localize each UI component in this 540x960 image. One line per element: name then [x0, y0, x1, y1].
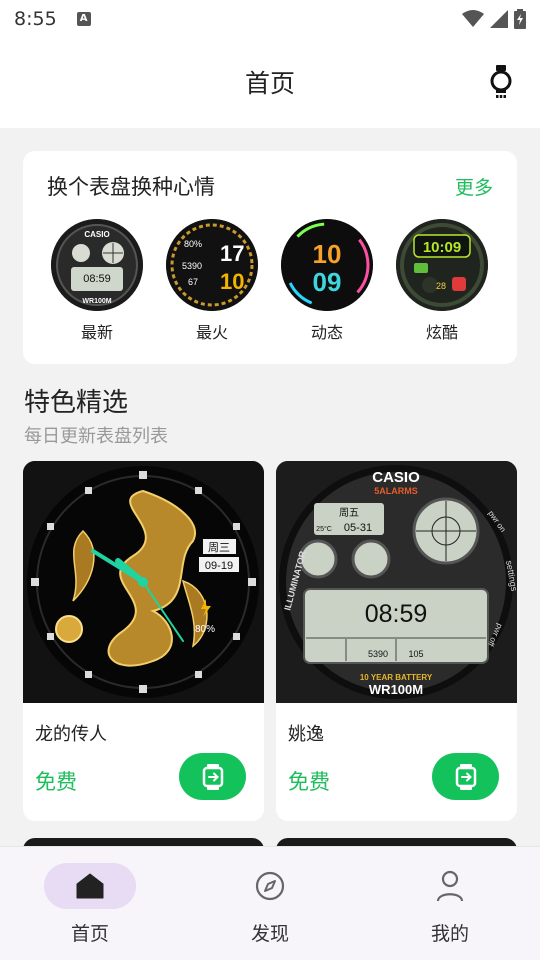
install-button[interactable]: [179, 753, 246, 800]
casio-alarms: 5ALARMS: [374, 486, 418, 496]
nav-item-profile[interactable]: 我的: [360, 847, 540, 960]
mood-card: 换个表盘换种心情 更多 CASIO 08:59 WR100M 最新 80% 53…: [23, 151, 517, 364]
category-label: 最新: [80, 323, 113, 342]
wifi-icon: [462, 10, 484, 27]
status-bar: 8:55 A: [0, 0, 540, 38]
watchface-price: 免费: [35, 770, 77, 794]
compass-icon: [255, 871, 285, 901]
watchface-name: 姚逸: [288, 724, 324, 745]
mood-card-title: 换个表盘换种心情: [47, 175, 215, 199]
category-cool[interactable]: 10:09 28 炫酷: [396, 219, 488, 343]
install-button[interactable]: [432, 753, 499, 800]
dragon-battery: 80%: [195, 624, 215, 635]
watchface-preview-dragon: 周三 09-19 80%: [23, 461, 264, 703]
nav-label: 首页: [70, 923, 109, 945]
featured-subtitle: 每日更新表盘列表: [24, 426, 168, 447]
thumb-hour: 17: [220, 241, 244, 266]
watch-sync-icon: [202, 763, 223, 790]
home-icon: [76, 873, 104, 899]
watchface-card[interactable]: CASIO 5ALARMS 周五 25°C 05-31 08:59 5390 1…: [276, 461, 517, 821]
status-icons: [462, 9, 526, 29]
watchface-thumb-cool: 10:09 28: [396, 219, 488, 311]
bottom-nav: 首页 发现 我的: [0, 846, 540, 960]
thumb-time: 10:09: [423, 239, 461, 256]
casio-steps: 5390: [368, 649, 388, 659]
category-dynamic[interactable]: 10 09 动态: [281, 219, 373, 343]
thumb-pct: 80%: [184, 239, 202, 249]
battery-icon: [514, 9, 526, 29]
casio-temp: 25°C: [316, 525, 332, 533]
watchface-thumb-hottest: 80% 5390 67 17 10: [166, 219, 258, 311]
thumb-minute: 10: [220, 269, 244, 294]
nav-label: 我的: [430, 923, 469, 945]
watchface-name: 龙的传人: [35, 724, 107, 745]
thumb-hr: 67: [188, 277, 198, 287]
casio-battery-text: 10 YEAR BATTERY: [360, 673, 433, 682]
casio-date: 05-31: [344, 522, 372, 534]
dragon-date: 09-19: [205, 560, 233, 572]
thumb-steps: 5390: [182, 261, 202, 271]
casio-day: 周五: [339, 507, 359, 519]
watchface-preview-casio: CASIO 5ALARMS 周五 25°C 05-31 08:59 5390 1…: [276, 461, 517, 703]
watchface-thumb-dynamic: 10 09: [281, 219, 373, 311]
app-bar: 首页: [0, 38, 540, 128]
thumb-time: 08:59: [83, 273, 111, 285]
category-hottest[interactable]: 80% 5390 67 17 10 最火: [166, 219, 258, 343]
category-label: 动态: [310, 323, 343, 342]
thumb-brand: CASIO: [84, 230, 109, 239]
watchface-card[interactable]: 周三 09-19 80% 龙的传人 免费: [23, 461, 264, 821]
nav-item-discover[interactable]: 发现: [180, 847, 360, 960]
casio-brand: CASIO: [372, 469, 420, 486]
thumb-model: WR100M: [82, 298, 111, 305]
category-label: 炫酷: [425, 323, 458, 342]
casio-time: 08:59: [365, 600, 428, 628]
dragon-day: 周三: [208, 541, 230, 554]
watchface-thumb-newest: CASIO 08:59 WR100M: [51, 219, 143, 311]
thumb-temp: 28: [436, 281, 446, 291]
nav-active-indicator: [44, 863, 136, 909]
signal-icon: [490, 10, 508, 28]
casio-hr: 105: [408, 649, 423, 659]
watchface-price: 免费: [288, 770, 330, 794]
page-title: 首页: [244, 69, 295, 98]
category-label: 最火: [195, 323, 228, 342]
nav-label: 发现: [250, 923, 289, 945]
featured-title: 特色精选: [24, 388, 129, 418]
status-time: 8:55: [14, 8, 57, 30]
thumb-minute: 09: [313, 267, 342, 297]
casio-model: WR100M: [369, 682, 423, 697]
watch-connect-button[interactable]: [488, 64, 514, 100]
category-newest[interactable]: CASIO 08:59 WR100M 最新: [51, 219, 143, 343]
thumb-hour: 10: [313, 239, 342, 269]
smartwatch-icon: [490, 65, 512, 98]
watch-sync-icon: [455, 763, 476, 790]
notification-icon: A: [76, 12, 91, 26]
person-icon: [436, 870, 464, 902]
more-link[interactable]: 更多: [455, 173, 493, 200]
nav-item-home[interactable]: 首页: [0, 847, 180, 960]
